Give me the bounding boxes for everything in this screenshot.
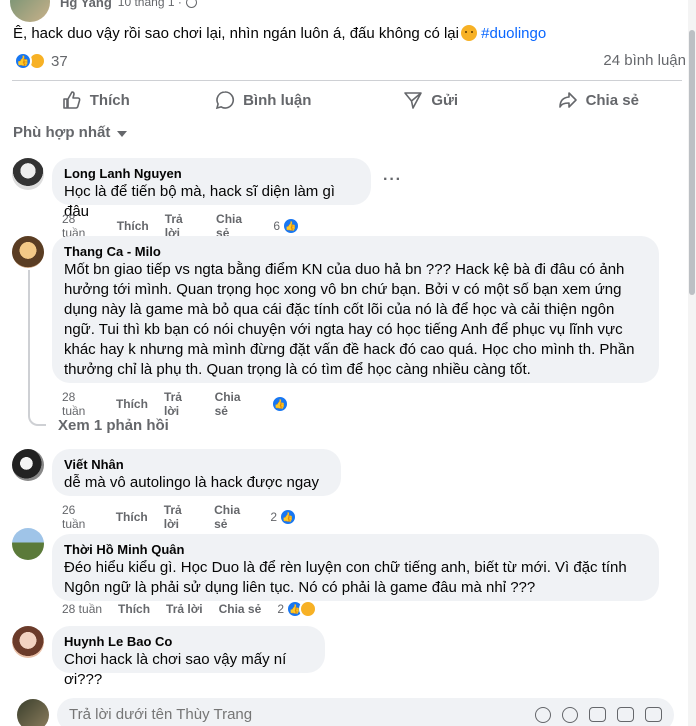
comment-time[interactable]: 28 tuần [62, 390, 100, 418]
comment-share-button[interactable]: Chia sẻ [214, 503, 254, 531]
comment-text: Mốt bn giao tiếp vs ngta bằng điểm KN củ… [64, 261, 635, 378]
comment-text: Đéo hiểu kiểu gì. Học Duo là để rèn luyệ… [64, 559, 627, 596]
share-icon [558, 92, 577, 108]
like-reaction-icon: 👍 [271, 395, 289, 413]
comment-reply-button[interactable]: Trả lời [166, 602, 203, 616]
comment-time[interactable]: 28 tuần [62, 602, 102, 616]
reply-composer [0, 696, 680, 726]
commenter-name[interactable]: Thời Hồ Minh Quân [64, 542, 647, 558]
sad-emoji-icon [460, 25, 477, 41]
sticker-pack-icon[interactable] [645, 707, 662, 722]
send-button[interactable]: Gửi [347, 81, 515, 119]
reply-thread-hook [28, 412, 46, 426]
like-reaction-icon: 👍 [279, 508, 297, 526]
comment-bubble: Viết Nhân dễ mà vô autolingo là hack đượ… [52, 449, 341, 496]
comment-like-button[interactable]: Thích [118, 602, 150, 616]
comment-time[interactable]: 26 tuần [62, 503, 100, 531]
commenter-avatar[interactable] [12, 236, 44, 268]
commenter-name[interactable]: Long Lanh Nguyen [64, 166, 359, 182]
comment-text: dễ mà vô autolingo là hack được ngay [64, 474, 320, 491]
comment-text: Chơi hack là chơi sao vậy mấy ní ơi??? [64, 651, 287, 688]
comment-reactions[interactable]: 2 👍 [277, 600, 317, 618]
comment-actions: 28 tuần Thích Trả lời Chia sẻ 2 👍 [62, 600, 317, 618]
sort-label: Phù hợp nhất [13, 124, 111, 141]
reaction-count: 37 [51, 52, 68, 70]
comment-reply-button[interactable]: Trả lời [164, 390, 199, 418]
comment-reactions[interactable]: 6 👍 [273, 217, 300, 235]
comment-share-button[interactable]: Chia sẻ [219, 602, 262, 616]
like-button[interactable]: Thích [12, 81, 180, 119]
comment-actions: 28 tuần Thích Trả lời Chia sẻ 👍 [62, 390, 289, 418]
comment-reaction-count: 2 [270, 510, 277, 524]
caret-down-icon [117, 130, 128, 137]
current-user-avatar [17, 699, 49, 726]
send-label: Gửi [431, 91, 459, 109]
comment-reaction-count: 2 [277, 602, 284, 616]
reply-thread-line [28, 270, 30, 412]
send-icon [404, 92, 423, 109]
comment-bubble: Huynh Le Bao Co Chơi hack là chơi sao vậ… [52, 626, 325, 688]
comment-reactions[interactable]: 👍 [271, 395, 289, 413]
share-button[interactable]: Chia sẻ [515, 81, 683, 119]
comment-bubble: Thời Hồ Minh Quân Đéo hiểu kiểu gì. Học … [52, 534, 659, 601]
scrollbar-thumb[interactable] [689, 30, 695, 295]
post-date[interactable]: 10 tháng 1 · [118, 0, 197, 9]
comment-count[interactable]: 24 bình luận [603, 52, 686, 69]
commenter-name[interactable]: Thang Ca - Milo [64, 244, 647, 260]
comment-sort-dropdown[interactable]: Phù hợp nhất [13, 124, 128, 141]
gif-icon[interactable] [617, 707, 634, 722]
composer-tools [524, 707, 662, 723]
post-header: Hg Yang 10 tháng 1 · [10, 0, 197, 22]
care-reaction-icon [299, 600, 317, 618]
commenter-avatar[interactable] [12, 158, 44, 190]
author-avatar[interactable] [10, 0, 50, 22]
like-label: Thích [89, 91, 130, 109]
camera-icon[interactable] [589, 707, 606, 722]
commenter-avatar[interactable] [12, 528, 44, 560]
facebook-post: Hg Yang 10 tháng 1 · Ê, hack duo vậy rồi… [0, 0, 688, 726]
comment-reply-button[interactable]: Trả lời [164, 503, 198, 531]
post-reactions[interactable]: 👍 37 [14, 52, 68, 70]
see-replies-link[interactable]: Xem 1 phản hồi [58, 417, 169, 434]
comment-share-button[interactable]: Chia sẻ [215, 390, 255, 418]
comment-bubble: Long Lanh Nguyen Học là để tiến bộ mà, h… [52, 158, 371, 220]
commenter-name[interactable]: Huynh Le Bao Co [64, 634, 313, 650]
globe-icon [185, 0, 197, 8]
like-reaction-icon: 👍 [282, 217, 300, 235]
comment-like-button[interactable]: Thích [116, 397, 148, 411]
scrollbar[interactable] [688, 0, 696, 726]
comment-actions: 26 tuần Thích Trả lời Chia sẻ 2 👍 [62, 503, 297, 531]
hashtag-link[interactable]: #duolingo [481, 25, 546, 42]
comment-label: Bình luận [243, 91, 312, 109]
post-text: Ê, hack duo vậy rồi sao chơi lại, nhìn n… [13, 25, 547, 42]
comment-reaction-count: 6 [273, 219, 280, 233]
thumbs-up-icon [62, 91, 81, 109]
comment-like-button[interactable]: Thích [117, 219, 149, 233]
commenter-avatar[interactable] [12, 449, 44, 481]
sticker-icon[interactable] [535, 707, 551, 723]
post-author[interactable]: Hg Yang [60, 0, 112, 10]
comment-reactions[interactable]: 2 👍 [270, 508, 297, 526]
commenter-avatar[interactable] [12, 626, 44, 658]
comment-button[interactable]: Bình luận [180, 81, 348, 119]
like-reaction-icon: 👍 [14, 52, 32, 70]
share-label: Chia sẻ [585, 91, 639, 109]
post-action-bar: Thích Bình luận Gửi Chia sẻ [12, 80, 682, 119]
more-options-icon[interactable]: ··· [383, 171, 402, 189]
emoji-icon[interactable] [562, 707, 578, 723]
comment-bubble: Thang Ca - Milo Mốt bn giao tiếp vs ngta… [52, 236, 659, 383]
comment-like-button[interactable]: Thích [116, 510, 148, 524]
comment-icon [215, 91, 235, 110]
commenter-name[interactable]: Viết Nhân [64, 457, 329, 473]
